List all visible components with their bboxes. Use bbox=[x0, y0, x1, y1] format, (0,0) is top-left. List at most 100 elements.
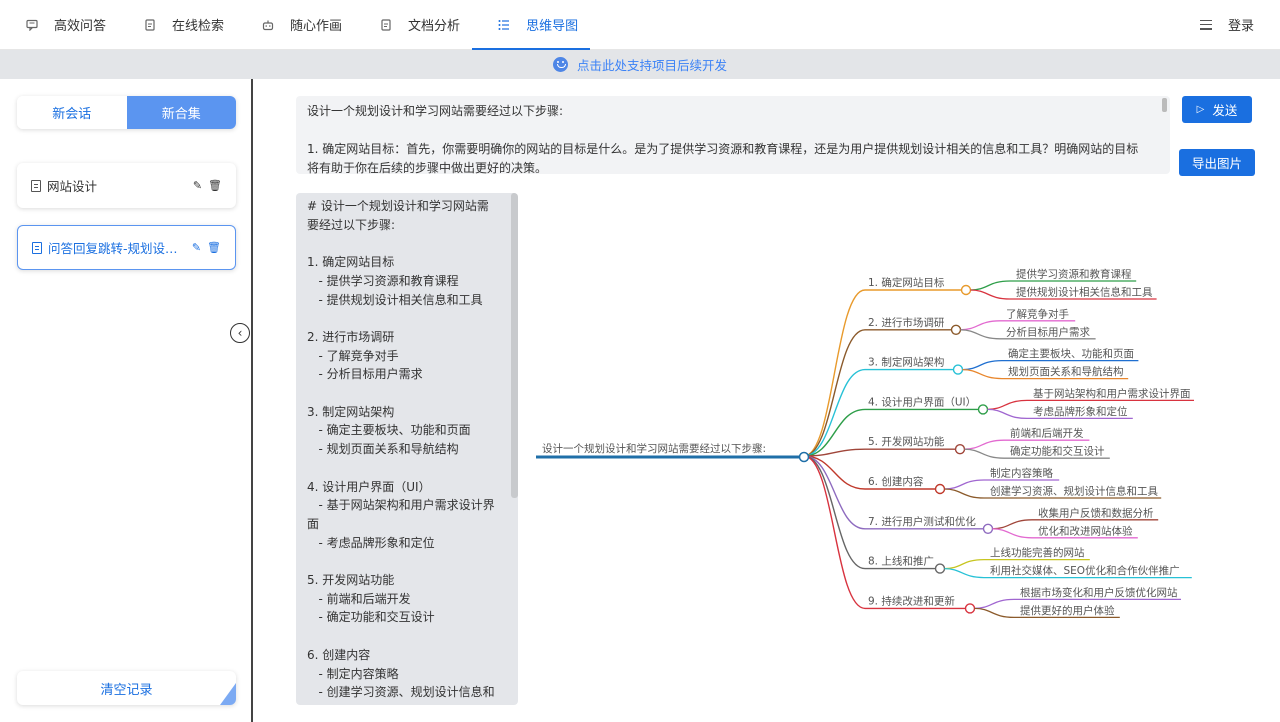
mindmap-branch-curve bbox=[803, 368, 866, 457]
markdown-line: - 基于网站架构和用户需求设计界面 bbox=[307, 498, 495, 531]
clear-history-label: 清空记录 bbox=[100, 682, 153, 698]
list-icon bbox=[498, 19, 510, 31]
markdown-line: - 确定主要板块、功能和页面 bbox=[307, 423, 471, 438]
markdown-line: 2. 进行市场调研 bbox=[307, 329, 395, 344]
mindmap-child-label: 确定主要板块、功能和页面 bbox=[1008, 347, 1134, 360]
nav-label: 文档分析 bbox=[408, 19, 461, 34]
nav-item-mindmap[interactable]: 思维导图 bbox=[472, 0, 591, 50]
markdown-line: 4. 设计用户界面（UI） bbox=[307, 479, 431, 494]
trash-icon[interactable]: 🗑 bbox=[207, 241, 221, 254]
session-type-toggle: 新会话 新合集 bbox=[17, 96, 236, 129]
markdown-line: 3. 制定网站架构 bbox=[307, 404, 395, 419]
send-label: 发送 bbox=[1212, 103, 1238, 118]
mindmap-child-curve bbox=[962, 368, 1003, 380]
mindmap-node-circle bbox=[954, 443, 966, 455]
mindmap-canvas[interactable]: 设计一个规划设计和学习网站需要经过以下步骤: 1. 确定网站目标 提供学习资源和教育… bbox=[520, 250, 1260, 650]
prompt-scrollbar[interactable] bbox=[1162, 98, 1167, 112]
chat-icon bbox=[26, 19, 38, 31]
new-chat-button[interactable]: 新会话 bbox=[17, 96, 127, 129]
mindmap-branch-label: 9. 持续改进和更新 bbox=[868, 594, 955, 607]
mindmap-branch-curve bbox=[803, 455, 866, 610]
markdown-line bbox=[307, 309, 496, 328]
markdown-line: - 创建学习资源、规划设计信息和工具 bbox=[307, 685, 495, 705]
mindmap-child-label: 考虑品牌形象和定位 bbox=[1033, 405, 1128, 418]
nav-item-draw[interactable]: 随心作画 bbox=[236, 0, 354, 49]
markdown-line: - 前端和后端开发 bbox=[307, 591, 411, 606]
mindmap-branch-label: 8. 上线和推广 bbox=[868, 555, 934, 568]
mindmap-branch-label: 6. 创建内容 bbox=[868, 475, 924, 488]
nav-label: 高效问答 bbox=[54, 19, 107, 34]
markdown-line bbox=[307, 552, 496, 571]
mindmap-child-label: 收集用户反馈和数据分析 bbox=[1038, 506, 1154, 519]
markdown-line: 6. 创建内容 bbox=[307, 647, 371, 662]
trash-icon[interactable]: 🗑 bbox=[208, 179, 222, 192]
prompt-textarea[interactable]: 设计一个规划设计和学习网站需要经过以下步骤: 1. 确定网站目标：首先，你需要明… bbox=[296, 96, 1170, 174]
markdown-line: - 考虑品牌形象和定位 bbox=[307, 535, 435, 550]
smile-icon bbox=[552, 57, 568, 72]
nav-item-qa[interactable]: 高效问答 bbox=[0, 0, 118, 49]
mindmap-child-curve bbox=[964, 448, 1005, 459]
edit-icon[interactable]: ✎ bbox=[192, 241, 201, 254]
mindmap-node-circle bbox=[960, 284, 972, 296]
markdown-line: - 制定内容策略 bbox=[307, 666, 399, 681]
send-button[interactable]: ▷ 发送 bbox=[1182, 96, 1252, 123]
nav-label: 在线检索 bbox=[172, 19, 225, 34]
mindmap-child-curve bbox=[960, 320, 1001, 331]
mindmap-child-label: 确定功能和交互设计 bbox=[1010, 445, 1105, 458]
edit-icon[interactable]: ✎ bbox=[193, 179, 202, 192]
mindmap-branch-curve bbox=[803, 455, 866, 530]
mindmap-child-label: 利用社交媒体、SEO优化和合作伙伴推广 bbox=[990, 564, 1180, 577]
mindmap-child-curve bbox=[974, 607, 1015, 619]
top-nav: 高效问答 在线检索 随心作画 文档分析 思维导图 登录 bbox=[0, 0, 1280, 50]
mindmap-child-curve bbox=[944, 567, 985, 579]
mindmap-child-curve bbox=[992, 519, 1033, 530]
markdown-scrollbar[interactable] bbox=[511, 193, 518, 498]
markdown-line: - 了解竞争对手 bbox=[307, 348, 399, 363]
nav-item-search[interactable]: 在线检索 bbox=[118, 0, 236, 49]
markdown-line: 1. 确定网站目标 bbox=[307, 255, 395, 270]
mindmap-child-label: 提供学习资源和教育课程 bbox=[1016, 268, 1132, 281]
mindmap-child-curve bbox=[987, 408, 1028, 420]
banner-text: 点击此处支持项目后续开发 bbox=[576, 58, 727, 73]
mindmap-child-curve bbox=[964, 439, 1005, 450]
login-link[interactable]: 登录 bbox=[1228, 15, 1254, 34]
new-collection-button[interactable]: 新合集 bbox=[126, 96, 236, 129]
markdown-line: - 确定功能和交互设计 bbox=[307, 610, 435, 625]
mindmap-child-curve bbox=[987, 399, 1028, 411]
sidebar: 新会话 新合集 网站设计 ✎ 🗑 问答回复跳转-规划设计... ✎ 🗑 清空记录 bbox=[0, 79, 253, 722]
mindmap-child-curve bbox=[970, 289, 1011, 300]
session-item[interactable]: 网站设计 ✎ 🗑 bbox=[17, 163, 236, 208]
mindmap-branch-label: 5. 开发网站功能 bbox=[868, 435, 945, 448]
collapse-sidebar-icon[interactable]: ‹ bbox=[230, 323, 250, 343]
markdown-line: - 分析目标用户需求 bbox=[307, 367, 423, 382]
document-icon bbox=[144, 18, 156, 31]
export-label: 导出图片 bbox=[1191, 156, 1242, 171]
export-image-button[interactable]: 导出图片 bbox=[1179, 149, 1255, 176]
mindmap-child-curve bbox=[944, 488, 985, 499]
nav-label: 随心作画 bbox=[290, 19, 343, 34]
mindmap-node-circle bbox=[982, 523, 994, 534]
document-icon bbox=[380, 18, 392, 31]
mindmap-child-label: 制定内容策略 bbox=[990, 467, 1053, 480]
markdown-line bbox=[307, 459, 496, 478]
mindmap-branch-label: 2. 进行市场调研 bbox=[868, 316, 945, 329]
support-banner[interactable]: 点击此处支持项目后续开发 bbox=[0, 50, 1280, 79]
mindmap-child-label: 分析目标用户需求 bbox=[1006, 325, 1090, 338]
mindmap-child-curve bbox=[974, 598, 1015, 610]
mindmap-node-circle bbox=[950, 324, 962, 336]
session-title: 网站设计 bbox=[47, 179, 98, 194]
session-title: 问答回复跳转-规划设计... bbox=[48, 241, 186, 256]
nav-item-doc-analysis[interactable]: 文档分析 bbox=[354, 0, 472, 49]
mindmap-node-circle bbox=[964, 603, 976, 614]
mindmap-child-label: 了解竞争对手 bbox=[1006, 307, 1069, 320]
markdown-line bbox=[307, 234, 496, 253]
menu-icon[interactable] bbox=[1199, 19, 1212, 30]
clear-history-button[interactable]: 清空记录 bbox=[17, 671, 236, 705]
robot-icon bbox=[262, 19, 274, 31]
session-item-selected[interactable]: 问答回复跳转-规划设计... ✎ 🗑 bbox=[17, 225, 236, 270]
mindmap-branch-curve bbox=[803, 329, 866, 457]
markdown-line bbox=[307, 627, 496, 646]
markdown-editor[interactable]: # 设计一个规划设计和学习网站需要经过以下步骤: 1. 确定网站目标 - 提供学… bbox=[296, 193, 518, 705]
markdown-line: # 设计一个规划设计和学习网站需要经过以下步骤: bbox=[307, 199, 489, 232]
prompt-line: 设计一个规划设计和学习网站需要经过以下步骤: bbox=[307, 104, 564, 118]
